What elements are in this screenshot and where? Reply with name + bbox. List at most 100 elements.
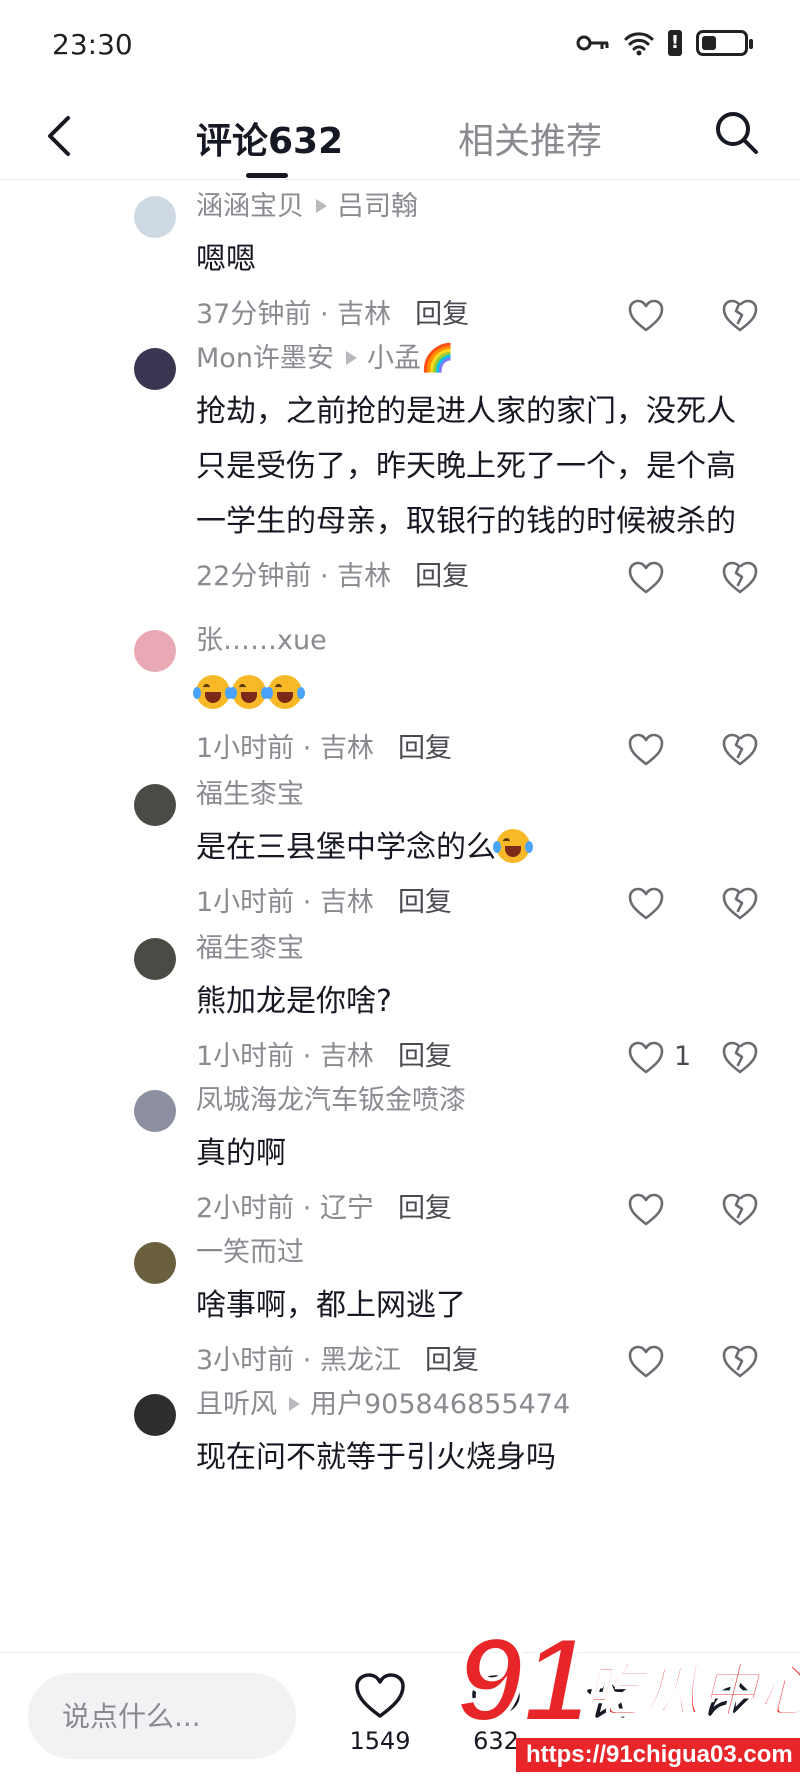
reply-button[interactable]: 回复: [415, 299, 469, 330]
comment-author[interactable]: 福生桼宝: [196, 779, 304, 810]
active-tab-indicator: [246, 173, 288, 178]
avatar[interactable]: [134, 196, 176, 238]
comments-header: 评论632 相关推荐: [0, 92, 800, 180]
reply-to-user[interactable]: 用户905846855474: [310, 1389, 570, 1420]
avatar[interactable]: [134, 1090, 176, 1132]
comment-author-row: 涵涵宝贝 吕司翰: [196, 182, 760, 232]
comment-item[interactable]: 福生桼宝 熊加龙是你啥? 1小时前 · 吉林 回复 1: [0, 924, 800, 1095]
comment-author[interactable]: 且听风: [196, 1389, 277, 1420]
dislike-broken-heart-icon[interactable]: [722, 1193, 758, 1227]
avatar[interactable]: [134, 1394, 176, 1436]
reply-button[interactable]: 回复: [398, 1041, 452, 1072]
comment-time: 1小时前: [196, 887, 295, 918]
crying-laughing-emoji-icon: [493, 829, 533, 863]
like-video-button[interactable]: 1549: [340, 1673, 420, 1755]
comment-time: 3小时前: [196, 1345, 295, 1376]
comment-body: 啥事啊，都上网逃了: [196, 1288, 466, 1323]
crying-laughing-emoji-icon: [265, 675, 305, 709]
meta-separator: ·: [311, 299, 338, 330]
meta-separator: ·: [294, 1345, 320, 1376]
comment-author-row: 且听风 用户905846855474: [196, 1380, 760, 1430]
reply-button[interactable]: 回复: [398, 1193, 452, 1224]
avatar[interactable]: [134, 630, 176, 672]
avatar[interactable]: [134, 1242, 176, 1284]
comment-item[interactable]: 一笑而过啥事啊，都上网逃了 3小时前 · 黑龙江 回复: [0, 1228, 800, 1399]
dislike-broken-heart-icon[interactable]: [722, 1041, 758, 1075]
comment-count: 632: [473, 1727, 519, 1755]
comment-count-button[interactable]: 632: [456, 1673, 536, 1755]
like-heart-icon[interactable]: [628, 733, 664, 767]
comment-time: 1小时前: [196, 733, 295, 764]
alert-icon: !: [668, 30, 682, 56]
reply-arrow-icon: [316, 199, 327, 213]
comment-author[interactable]: 凤城海龙汽车钣金喷漆: [196, 1085, 466, 1116]
comment-text: 是在三县堡中学念的么: [196, 820, 760, 875]
like-heart-icon[interactable]: [628, 887, 664, 921]
bottom-action-bar: 1549 632: [0, 1652, 800, 1787]
comment-item[interactable]: 涵涵宝贝 吕司翰嗯嗯 37分钟前 · 吉林 回复: [0, 182, 800, 353]
reply-button[interactable]: 回复: [425, 1345, 479, 1376]
like-heart-icon[interactable]: [628, 561, 664, 595]
like-heart-icon[interactable]: [628, 1193, 664, 1227]
dislike-broken-heart-icon[interactable]: [722, 733, 758, 767]
reply-button[interactable]: 回复: [398, 887, 452, 918]
comment-text: 现在问不就等于引火烧身吗: [196, 1430, 760, 1485]
dislike-broken-heart-icon[interactable]: [722, 299, 758, 333]
comment-time: 37分钟前: [196, 299, 312, 330]
comment-body: 真的啊: [196, 1136, 286, 1171]
comment-item[interactable]: 张……xue 1小时前 · 吉林 回复: [0, 616, 800, 787]
avatar[interactable]: [134, 348, 176, 390]
tab-comments[interactable]: 评论632: [196, 112, 343, 164]
comment-location: 吉林: [337, 299, 392, 330]
reply-to-user[interactable]: 吕司翰: [337, 191, 418, 222]
search-icon[interactable]: [710, 106, 764, 160]
comment-body: 嗯嗯: [196, 242, 256, 277]
comment-item[interactable]: 且听风 用户905846855474 现在问不就等于引火烧身吗: [0, 1380, 800, 1485]
like-heart-icon[interactable]: [628, 1041, 664, 1075]
like-heart-icon[interactable]: [628, 1345, 664, 1379]
like-heart-icon[interactable]: [628, 299, 664, 333]
tab-related[interactable]: 相关推荐: [458, 112, 602, 164]
share-arrow-icon: [708, 1677, 752, 1716]
comment-author-row: 一笑而过: [196, 1228, 760, 1278]
reply-to-user[interactable]: 小孟🌈: [367, 343, 455, 374]
meta-separator: ·: [294, 887, 320, 918]
comment-author[interactable]: 福生桼宝: [196, 933, 304, 964]
comment-text: 啥事啊，都上网逃了: [196, 1278, 760, 1333]
comment-item[interactable]: 福生桼宝是在三县堡中学念的么 1小时前 · 吉林 回复: [0, 770, 800, 941]
meta-separator: ·: [294, 1041, 320, 1072]
comment-text: [193, 666, 760, 721]
comment-location: 吉林: [319, 733, 374, 764]
comment-list[interactable]: 涵涵宝贝 吕司翰 嗯嗯 37分钟前 · 吉林 回复 Mon许墨安 小孟🌈 抢劫，之前抢的是进人…: [0, 182, 800, 1652]
avatar[interactable]: [134, 784, 176, 826]
dislike-broken-heart-icon[interactable]: [722, 561, 758, 595]
reply-button[interactable]: 回复: [415, 561, 469, 592]
dislike-broken-heart-icon[interactable]: [722, 887, 758, 921]
comment-item[interactable]: 凤城海龙汽车钣金喷漆 真的啊 2小时前 · 辽宁 回复: [0, 1076, 800, 1247]
comment-location: 吉林: [337, 561, 392, 592]
heart-icon: [355, 1673, 405, 1718]
comment-location: 辽宁: [319, 1193, 374, 1224]
status-time: 23:30: [52, 28, 133, 61]
comment-author[interactable]: Mon许墨安: [196, 343, 334, 374]
back-arrow-icon[interactable]: [40, 112, 80, 160]
comment-body: 熊加龙是你啥?: [196, 984, 392, 1019]
battery-icon: [696, 30, 753, 56]
comment-author[interactable]: 张……xue: [196, 625, 327, 656]
avatar[interactable]: [134, 938, 176, 980]
comment-location: 黑龙江: [319, 1345, 401, 1376]
comment-author[interactable]: 一笑而过: [196, 1237, 304, 1268]
comment-author[interactable]: 涵涵宝贝: [196, 191, 304, 222]
dislike-broken-heart-icon[interactable]: [722, 1345, 758, 1379]
reply-button[interactable]: 回复: [398, 733, 452, 764]
battery-level: [702, 36, 716, 50]
comment-author-row: 福生桼宝: [196, 924, 760, 974]
meta-separator: ·: [311, 561, 338, 592]
comment-item[interactable]: Mon许墨安 小孟🌈 抢劫，之前抢的是进人家的家门，没死人只是受伤了，昨天晚上死了一…: [0, 334, 800, 615]
meta-separator: ·: [294, 733, 320, 764]
comment-location: 吉林: [319, 887, 374, 918]
comment-body: 现在问不就等于引火烧身吗: [196, 1440, 556, 1475]
favorite-button[interactable]: [580, 1673, 640, 1723]
share-button[interactable]: [700, 1673, 760, 1723]
comment-input[interactable]: [28, 1673, 296, 1759]
